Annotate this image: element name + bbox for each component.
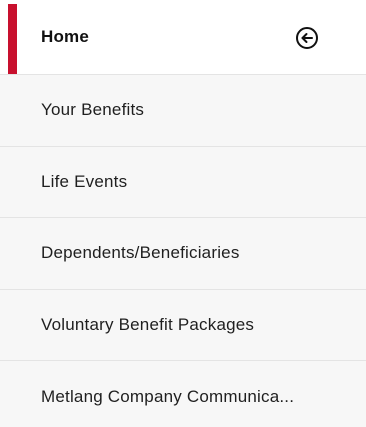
sidebar-nav: Home Your Benefits Life Events Dependent… (0, 0, 366, 427)
sidebar-item-your-benefits[interactable]: Your Benefits (0, 75, 366, 147)
sidebar-item-voluntary-benefit-packages[interactable]: Voluntary Benefit Packages (0, 290, 366, 361)
arrow-left-circle-icon (296, 27, 318, 49)
sidebar-item-label: Metlang Company Communica... (41, 386, 295, 406)
sidebar-item-life-events[interactable]: Life Events (0, 147, 366, 218)
sidebar-item-label: Home (41, 27, 90, 46)
sidebar-item-label: Life Events (41, 171, 128, 191)
sidebar-item-dependents-beneficiaries[interactable]: Dependents/Beneficiaries (0, 218, 366, 290)
collapse-sidebar-button[interactable] (294, 25, 320, 51)
sidebar-item-label: Dependents/Beneficiaries (41, 243, 240, 263)
sidebar-item-company-communications[interactable]: Metlang Company Communica... (0, 361, 366, 427)
sidebar-item-label: Your Benefits (41, 100, 145, 120)
active-indicator (8, 4, 17, 74)
sidebar-item-home[interactable]: Home (0, 0, 366, 75)
sidebar-item-label: Voluntary Benefit Packages (41, 314, 255, 334)
